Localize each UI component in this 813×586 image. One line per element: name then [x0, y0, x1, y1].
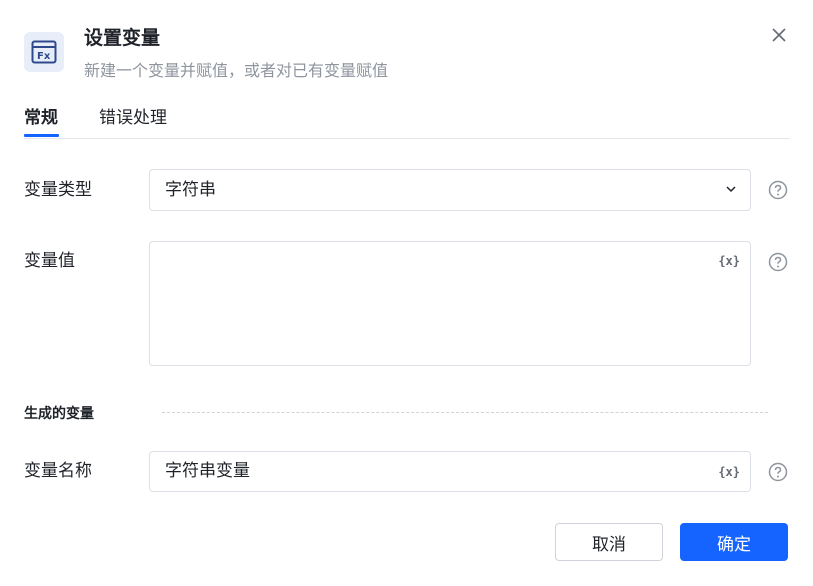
svg-text:Fx: Fx: [37, 51, 51, 62]
variable-value-label: 变量值: [24, 251, 75, 271]
cancel-button[interactable]: 取消: [555, 523, 663, 561]
insert-variable-button[interactable]: {x}: [718, 253, 740, 269]
dialog-subtitle: 新建一个变量并赋值，或者对已有变量赋值: [84, 61, 389, 80]
close-icon: [772, 28, 786, 42]
variable-name-value: 字符串变量: [165, 461, 250, 481]
section-divider: [162, 412, 768, 413]
set-variable-dialog: Fx 设置变量 新建一个变量并赋值，或者对已有变量赋值 常规 错误处理 变量类型…: [0, 0, 813, 586]
variable-value-textarea[interactable]: {x}: [149, 241, 751, 366]
variable-name-label: 变量名称: [24, 461, 92, 481]
chevron-down-icon: [726, 186, 736, 193]
close-button[interactable]: [766, 22, 792, 48]
help-icon[interactable]: [768, 252, 788, 272]
confirm-button[interactable]: 确定: [680, 523, 788, 561]
generated-variables-heading: 生成的变量: [24, 406, 94, 422]
tab-error-handling[interactable]: 错误处理: [99, 106, 167, 130]
active-tab-indicator: [24, 134, 59, 137]
variable-name-input[interactable]: 字符串变量 {x}: [149, 451, 751, 492]
tab-bar: 常规 错误处理: [24, 106, 790, 139]
insert-variable-button[interactable]: {x}: [718, 464, 740, 480]
help-icon[interactable]: [768, 180, 788, 200]
tab-general[interactable]: 常规: [24, 106, 58, 130]
dialog-title: 设置变量: [84, 27, 161, 49]
variable-type-value: 字符串: [165, 180, 216, 200]
function-variable-icon: Fx: [24, 32, 64, 72]
variable-type-label: 变量类型: [24, 180, 92, 200]
help-icon[interactable]: [768, 462, 788, 482]
variable-type-select[interactable]: 字符串: [149, 169, 751, 211]
